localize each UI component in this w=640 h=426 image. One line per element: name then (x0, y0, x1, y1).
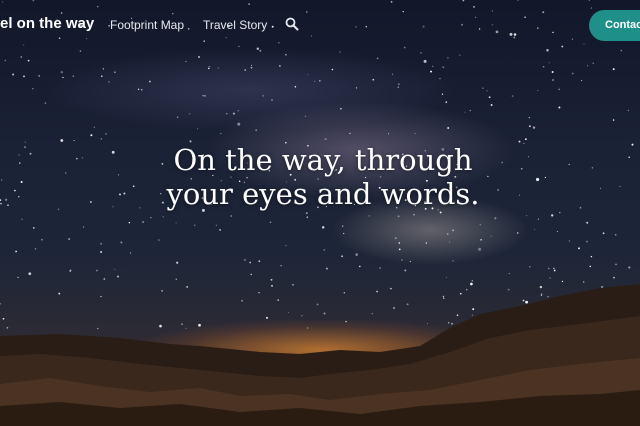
contact-button[interactable]: Contact (589, 10, 640, 41)
canyon-landscape (0, 284, 640, 426)
nav-link-footprint-map[interactable]: Footprint Map (110, 18, 184, 32)
search-icon[interactable] (285, 17, 299, 31)
search-icon-glyph (285, 17, 299, 31)
hero-headline-line-1: On the way, through (173, 143, 473, 177)
nav-link-travel-story[interactable]: Travel Story (203, 18, 267, 32)
top-navbar: el on the way Footprint Map Travel Story… (0, 0, 640, 50)
site-brand[interactable]: el on the way (0, 15, 94, 32)
hero-headline-line-2: your eyes and words. (166, 177, 480, 211)
hero-section: el on the way Footprint Map Travel Story… (0, 0, 640, 426)
hero-headline: On the way, through your eyes and words. (0, 143, 640, 211)
